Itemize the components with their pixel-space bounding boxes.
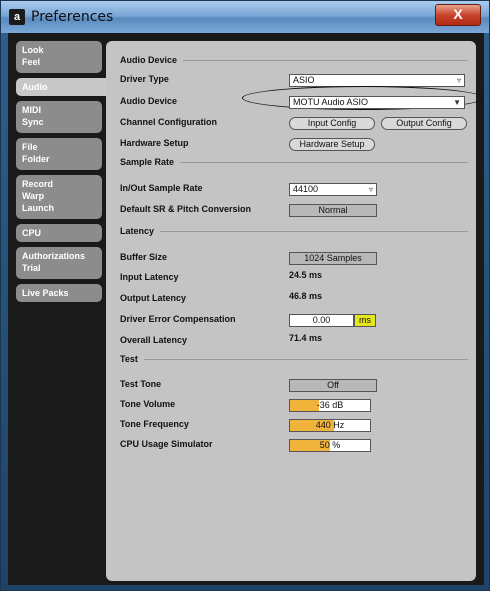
driver-error-comp-input[interactable]: 0.00 (289, 314, 354, 327)
tone-volume-label: Tone Volume (120, 399, 176, 409)
tab-label: Look Feel (22, 45, 44, 67)
tab-label: Authorizations Trial (22, 251, 85, 273)
section-title: Test (120, 354, 138, 364)
section-sample-rate: Sample Rate (120, 157, 468, 167)
chevron-down-icon: ▿ (456, 76, 461, 85)
hardware-setup-label: Hardware Setup (120, 138, 189, 148)
output-config-button[interactable]: Output Config (381, 117, 467, 130)
section-title: Latency (120, 226, 155, 236)
tone-volume-value: -36 (316, 400, 330, 410)
tone-frequency-slider[interactable]: 440 Hz (289, 419, 371, 432)
tab-label: Live Packs (22, 288, 69, 298)
cpu-usage-value: 50 % (319, 440, 341, 450)
divider (180, 161, 468, 163)
chevron-down-icon: ▿ (368, 185, 373, 194)
overall-latency-value: 71.4 ms (289, 333, 323, 343)
tab-midi-sync[interactable]: MIDI Sync (16, 101, 102, 133)
section-title: Sample Rate (120, 157, 175, 167)
window-title: Preferences (31, 9, 114, 25)
test-tone-label: Test Tone (120, 379, 162, 389)
tab-file-folder[interactable]: File Folder (16, 138, 102, 170)
tab-label: File Folder (22, 142, 50, 164)
tone-volume-slider[interactable]: -36 dB (289, 399, 371, 412)
default-sr-label: Default SR & Pitch Conversion (120, 204, 252, 214)
input-latency-label: Input Latency (120, 272, 179, 282)
inout-sample-rate-label: In/Out Sample Rate (120, 183, 203, 193)
pitch-conversion-selector[interactable]: Normal (289, 204, 377, 217)
audio-device-value: MOTU Audio ASIO (293, 97, 369, 107)
test-tone-toggle[interactable]: Off (289, 379, 377, 392)
divider (183, 59, 468, 61)
section-title: Audio Device (120, 55, 178, 65)
channel-config-label: Channel Configuration (120, 117, 217, 127)
driver-error-comp-label: Driver Error Compensation (120, 314, 236, 324)
tab-audio[interactable]: Audio (16, 78, 108, 96)
sidebar: Look Feel Audio MIDI Sync File Folder Re… (16, 41, 108, 307)
driver-type-value: ASIO (293, 75, 315, 85)
audio-device-dropdown[interactable]: MOTU Audio ASIO ▼ (289, 96, 465, 109)
tab-label: Audio (22, 82, 48, 92)
chevron-down-icon: ▼ (453, 98, 461, 107)
tone-frequency-readout: 440 Hz (290, 420, 370, 431)
input-config-button[interactable]: Input Config (289, 117, 375, 130)
section-audio-device: Audio Device (120, 55, 468, 65)
buffer-size-label: Buffer Size (120, 252, 168, 262)
preferences-body: Look Feel Audio MIDI Sync File Folder Re… (8, 33, 484, 585)
driver-type-label: Driver Type (120, 74, 169, 84)
hardware-setup-button[interactable]: Hardware Setup (289, 138, 375, 151)
tab-label: CPU (22, 228, 42, 238)
tone-volume-readout: -36 dB (290, 400, 370, 411)
tab-cpu[interactable]: CPU (16, 224, 102, 242)
tab-authorizations-trial[interactable]: Authorizations Trial (16, 247, 102, 279)
input-latency-value: 24.5 ms (289, 270, 323, 280)
buffer-size-selector[interactable]: 1024 Samples (289, 252, 377, 265)
tone-frequency-label: Tone Frequency (120, 419, 189, 429)
audio-settings-panel: Audio Device Driver Type ASIO ▿ Audio Dev… (106, 41, 484, 581)
cpu-usage-simulator-label: CPU Usage Simulator (120, 439, 213, 449)
cpu-usage-simulator-slider[interactable]: 50 % (289, 439, 371, 452)
ableton-app-icon: a (9, 9, 25, 25)
close-button[interactable]: X (435, 4, 481, 26)
tone-volume-unit: dB (332, 400, 344, 410)
output-latency-value: 46.8 ms (289, 291, 323, 301)
overall-latency-label: Overall Latency (120, 335, 188, 345)
tab-label: Record Warp Launch (22, 179, 55, 213)
preferences-window: a Preferences X Look Feel Audio MIDI Syn… (0, 0, 490, 591)
sample-rate-value: 44100 (293, 184, 319, 194)
title-bar[interactable]: a Preferences X (1, 1, 489, 33)
divider (160, 230, 468, 232)
section-test: Test (120, 354, 468, 364)
divider (143, 358, 468, 360)
tab-record-warp-launch[interactable]: Record Warp Launch (16, 175, 102, 219)
driver-type-dropdown[interactable]: ASIO ▿ (289, 74, 465, 87)
tone-frequency-unit: Hz (333, 420, 345, 430)
audio-device-label: Audio Device (120, 96, 178, 106)
tab-live-packs[interactable]: Live Packs (16, 284, 102, 302)
tone-frequency-value: 440 (315, 420, 331, 430)
output-latency-label: Output Latency (120, 293, 187, 303)
section-latency: Latency (120, 226, 468, 236)
tab-look-feel[interactable]: Look Feel (16, 41, 102, 73)
ms-unit-toggle[interactable]: ms (354, 314, 376, 327)
tab-label: MIDI Sync (22, 105, 44, 127)
sample-rate-dropdown[interactable]: 44100 ▿ (289, 183, 377, 196)
